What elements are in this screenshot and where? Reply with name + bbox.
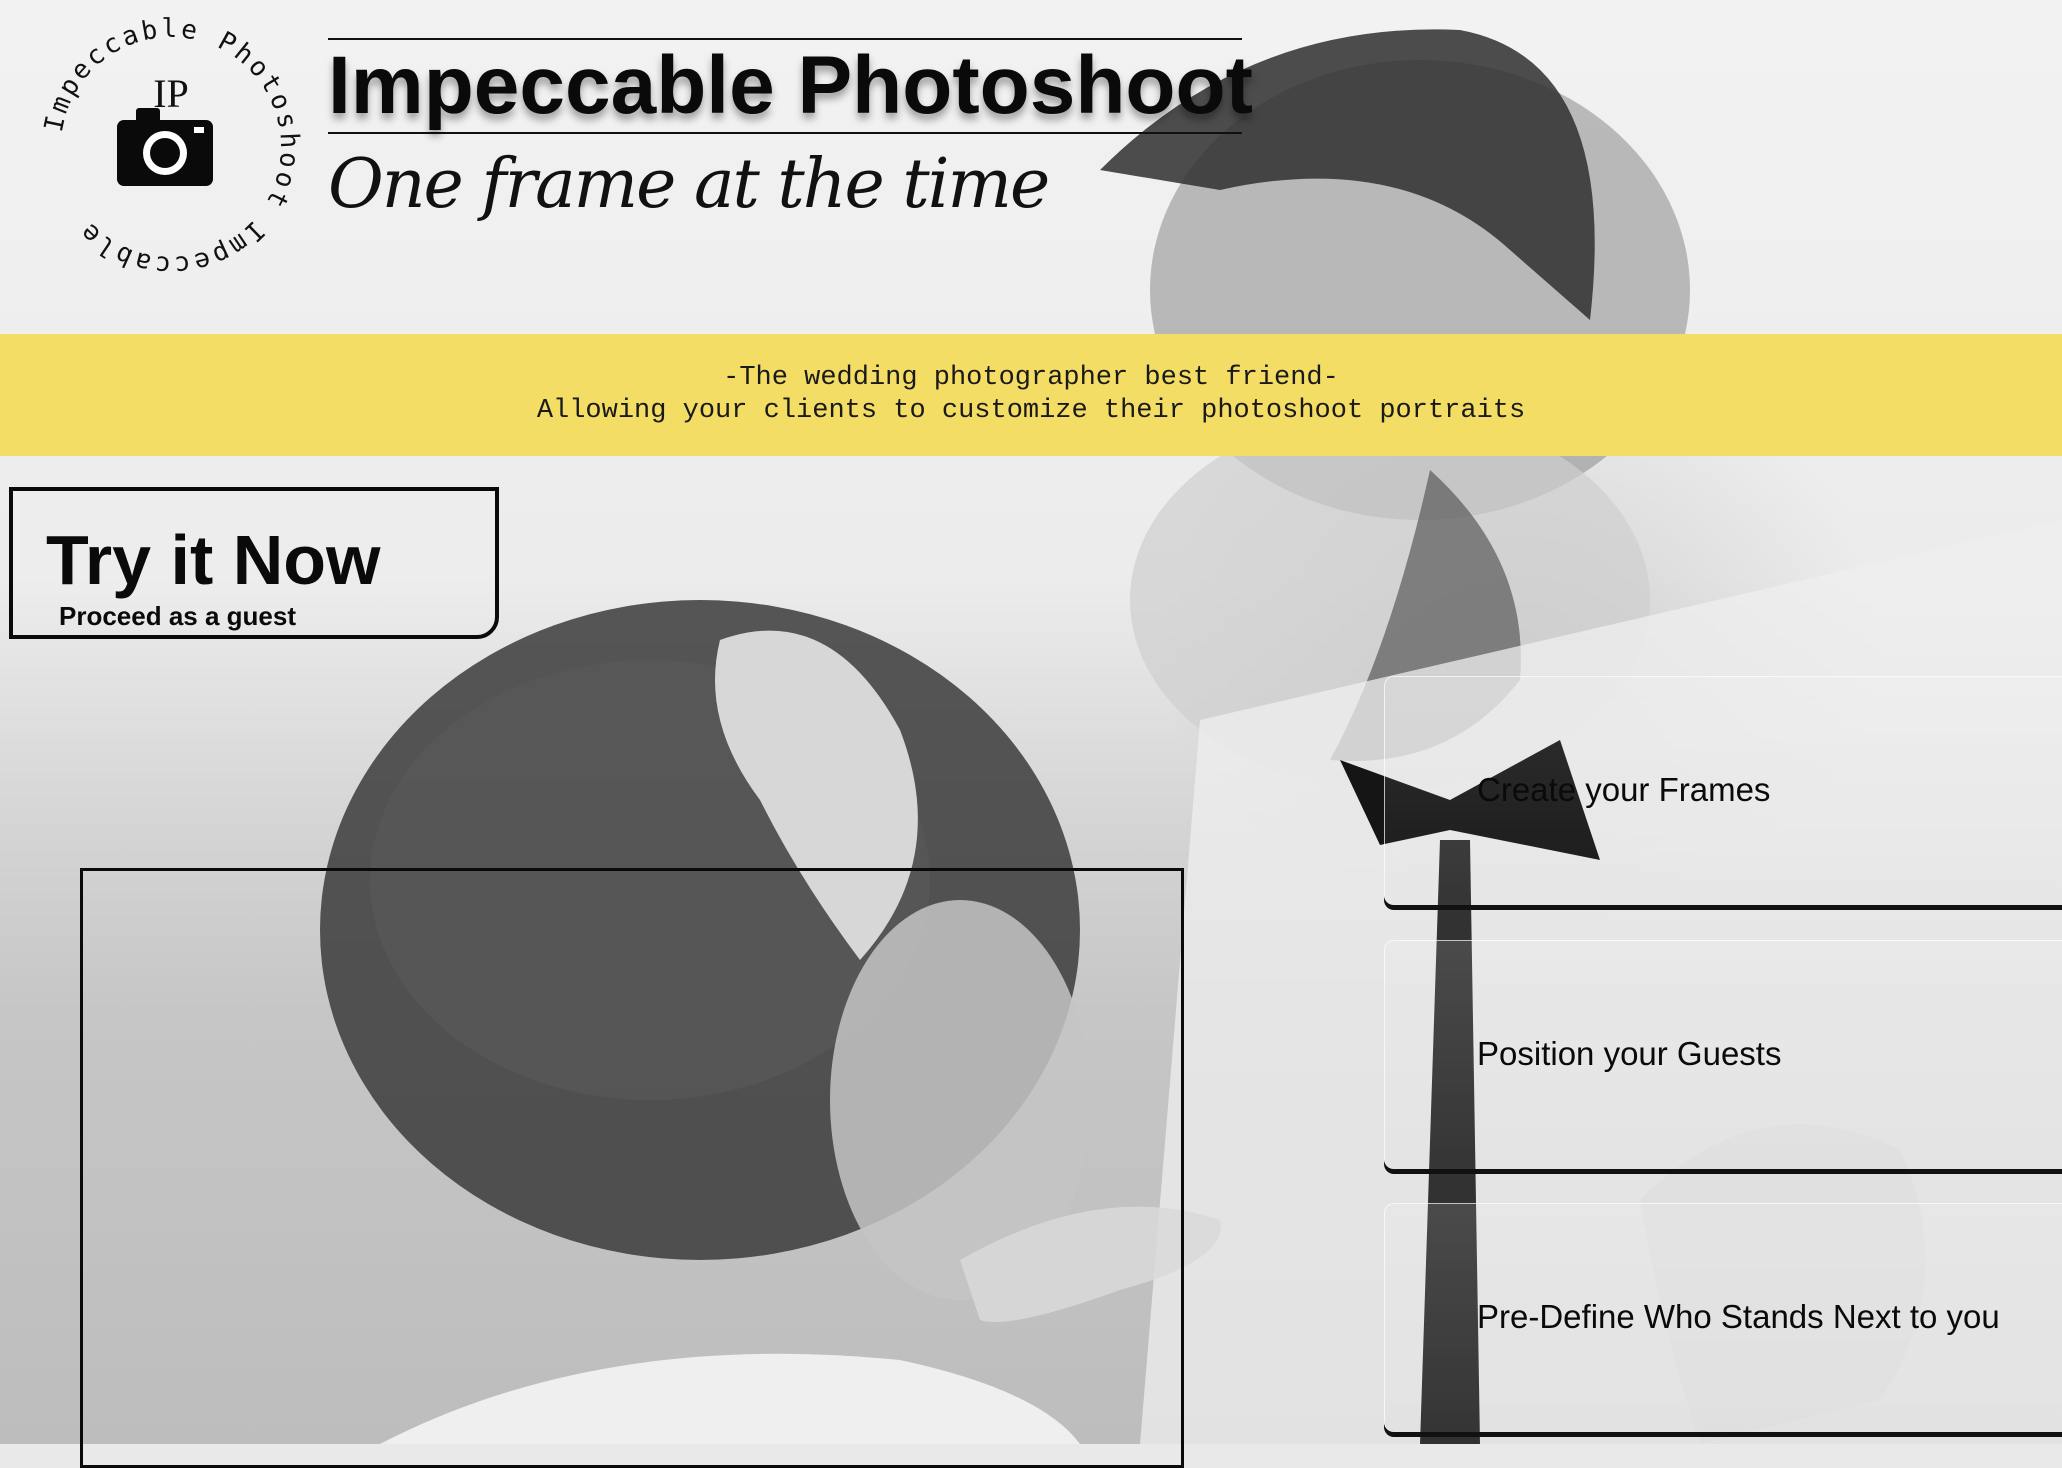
- logo-ring: Impeccable Photoshoot Impeccable: [39, 14, 301, 280]
- brand-logo[interactable]: Impeccable Photoshoot Impeccable IP: [36, 12, 306, 282]
- try-it-now-button[interactable]: Try it Now Proceed as a guest: [9, 487, 499, 639]
- feature-position-guests[interactable]: Position your Guests: [1384, 940, 2062, 1169]
- banner-line-1: -The wedding photographer best friend-: [723, 363, 1339, 393]
- site-tagline: One frame at the time: [328, 145, 1050, 224]
- camera-icon: [117, 108, 213, 186]
- site-title: Impeccable Photoshoot: [328, 40, 1253, 131]
- try-it-now-title: Try it Now: [46, 521, 381, 599]
- feature-label: Create your Frames: [1477, 771, 1771, 808]
- portrait-frame-preview: [80, 868, 1184, 1468]
- banner-line-2: Allowing your clients to customize their…: [536, 396, 1526, 426]
- intro-banner: -The wedding photographer best friend- A…: [0, 334, 2062, 456]
- feature-label: Pre-Define Who Stands Next to you: [1477, 1298, 2000, 1335]
- feature-create-frames[interactable]: Create your Frames: [1384, 676, 2062, 905]
- feature-predefine-neighbors[interactable]: Pre-Define Who Stands Next to you: [1384, 1203, 2062, 1432]
- brand-header: Impeccable Photoshoot: [328, 38, 1253, 134]
- logo-initials: IP: [153, 71, 189, 116]
- guest-proceed-label: Proceed as a guest: [59, 601, 296, 631]
- feature-label: Position your Guests: [1477, 1035, 1782, 1072]
- title-bottom-rule: [328, 132, 1242, 134]
